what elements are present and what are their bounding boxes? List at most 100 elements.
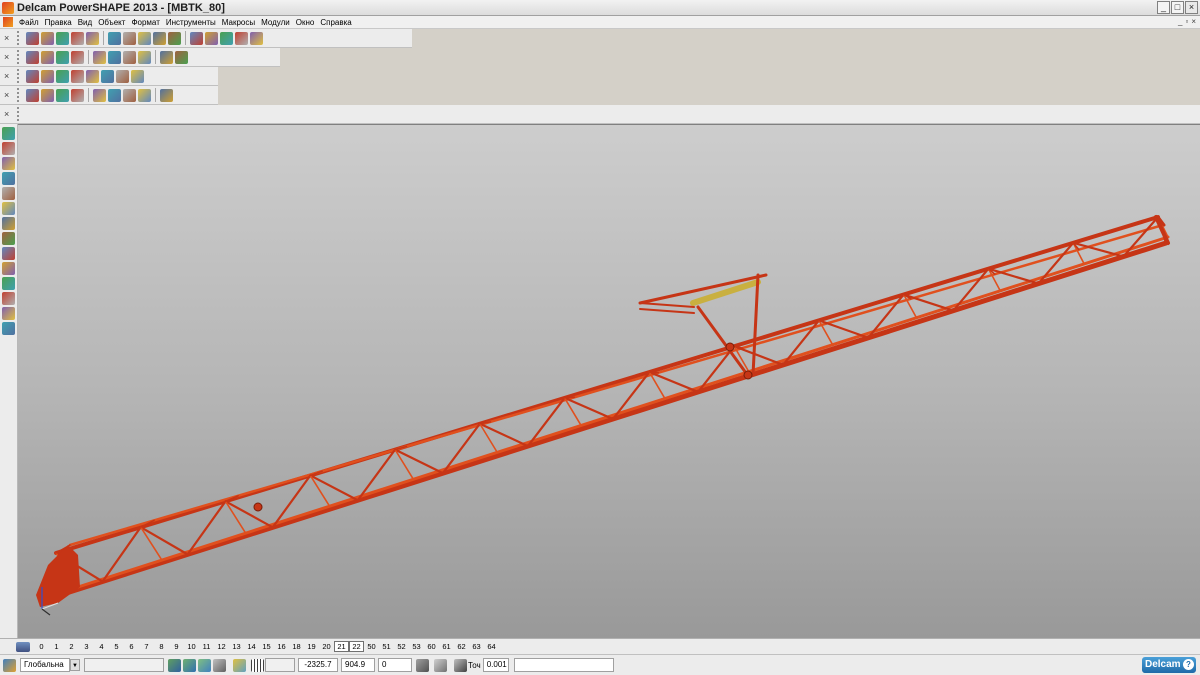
level-10[interactable]: 10	[184, 642, 199, 651]
menu-macros[interactable]: Макросы	[219, 18, 258, 27]
sphere-group-icon[interactable]	[2, 277, 15, 290]
toolbar-close-icon[interactable]: ×	[4, 109, 13, 119]
maximize-button[interactable]: □	[1171, 1, 1184, 14]
level-11[interactable]: 11	[199, 642, 214, 651]
box-icon[interactable]	[2, 292, 15, 305]
x-coordinate[interactable]: -2325.7	[298, 658, 338, 672]
mdi-close-button[interactable]: ×	[1191, 17, 1196, 26]
view-workplane-icon[interactable]	[183, 658, 196, 672]
y-coordinate[interactable]: 904.9	[341, 658, 375, 672]
command-field[interactable]	[513, 658, 614, 672]
solid-block-icon[interactable]	[2, 307, 15, 320]
view-front-icon[interactable]	[41, 50, 54, 64]
toolbar-grip[interactable]	[17, 69, 23, 83]
workplane-select[interactable]: Глобальна	[20, 658, 70, 672]
level-0[interactable]: 0	[34, 642, 49, 651]
menu-window[interactable]: Окно	[293, 18, 318, 27]
level-18[interactable]: 18	[289, 642, 304, 651]
print-icon[interactable]	[71, 31, 84, 45]
toolbar-grip[interactable]	[17, 107, 23, 121]
level-53[interactable]: 53	[409, 642, 424, 651]
level-19[interactable]: 19	[304, 642, 319, 651]
circle-icon[interactable]	[220, 31, 233, 45]
view-side-icon[interactable]	[56, 50, 69, 64]
toolbar-close-icon[interactable]: ×	[4, 52, 13, 62]
level-20[interactable]: 20	[319, 642, 334, 651]
star-icon[interactable]	[2, 247, 15, 260]
level-15[interactable]: 15	[259, 642, 274, 651]
level-1[interactable]: 1	[49, 642, 64, 651]
level-8[interactable]: 8	[154, 642, 169, 651]
move-icon[interactable]	[93, 88, 106, 102]
level-3[interactable]: 3	[79, 642, 94, 651]
redo-icon[interactable]	[168, 31, 181, 45]
level-6[interactable]: 6	[124, 642, 139, 651]
group-icon[interactable]	[138, 88, 151, 102]
level-13[interactable]: 13	[229, 642, 244, 651]
z-coordinate[interactable]: 0	[378, 658, 412, 672]
select-icon[interactable]	[190, 31, 203, 45]
close-button[interactable]: ×	[1185, 1, 1198, 14]
menu-modules[interactable]: Модули	[258, 18, 293, 27]
select-arrow-icon[interactable]	[2, 127, 15, 140]
level-62[interactable]: 62	[454, 642, 469, 651]
minimize-button[interactable]: _	[1157, 1, 1170, 14]
solid-icon[interactable]	[41, 69, 54, 83]
level-60[interactable]: 60	[424, 642, 439, 651]
cut-icon[interactable]	[86, 31, 99, 45]
level-51[interactable]: 51	[379, 642, 394, 651]
zoom-out-icon[interactable]	[108, 50, 121, 64]
copy-icon[interactable]	[108, 31, 121, 45]
delete-solid-icon[interactable]	[2, 322, 15, 335]
level-4[interactable]: 4	[94, 642, 109, 651]
level-7[interactable]: 7	[139, 642, 154, 651]
wireframe-icon[interactable]	[160, 50, 173, 64]
boolean-icon[interactable]	[131, 69, 144, 83]
sphere-icon[interactable]	[56, 69, 69, 83]
calculator-icon[interactable]	[416, 658, 429, 672]
level-12[interactable]: 12	[214, 642, 229, 651]
level-50[interactable]: 50	[364, 642, 379, 651]
view-snap-icon[interactable]	[213, 658, 226, 672]
toolbar-grip[interactable]	[17, 88, 23, 102]
level-64[interactable]: 64	[484, 642, 499, 651]
undo-icon[interactable]	[153, 31, 166, 45]
level-9[interactable]: 9	[169, 642, 184, 651]
toolbar-close-icon[interactable]: ×	[4, 33, 13, 43]
align-icon[interactable]	[123, 88, 136, 102]
mirror-icon[interactable]	[41, 88, 54, 102]
measure-icon[interactable]	[205, 31, 218, 45]
level-63[interactable]: 63	[469, 642, 484, 651]
menu-help[interactable]: Справка	[317, 18, 354, 27]
dim-icon[interactable]	[2, 202, 15, 215]
smartcursor-icon[interactable]	[233, 658, 246, 672]
block-icon[interactable]	[101, 69, 114, 83]
menu-edit[interactable]: Правка	[42, 18, 75, 27]
transform-icon[interactable]	[26, 88, 39, 102]
view-iso-icon[interactable]	[71, 50, 84, 64]
copy-object-icon[interactable]	[108, 88, 121, 102]
level-16[interactable]: 16	[274, 642, 289, 651]
menu-format[interactable]: Формат	[128, 18, 162, 27]
layer-select[interactable]	[84, 658, 164, 672]
open-icon[interactable]	[41, 31, 54, 45]
save-icon[interactable]	[56, 31, 69, 45]
grid-icon[interactable]	[251, 658, 264, 672]
warning-icon[interactable]	[2, 172, 15, 185]
cube-icon[interactable]	[2, 262, 15, 275]
level-61[interactable]: 61	[439, 642, 454, 651]
view-top-icon[interactable]	[26, 50, 39, 64]
workplane-dropdown-icon[interactable]: ▼	[70, 659, 80, 671]
relative-position-icon[interactable]	[434, 658, 447, 672]
dim2-icon[interactable]	[2, 217, 15, 230]
redo-arrow-icon[interactable]	[2, 187, 15, 200]
light-icon[interactable]	[175, 50, 188, 64]
levels-icon[interactable]	[16, 641, 30, 652]
feature-icon[interactable]	[116, 69, 129, 83]
delete-icon[interactable]	[138, 31, 151, 45]
view-grid-icon[interactable]	[198, 658, 211, 672]
menu-file[interactable]: Файл	[16, 18, 42, 27]
new-icon[interactable]	[26, 31, 39, 45]
view-principal-icon[interactable]	[168, 658, 181, 672]
toolbar-close-icon[interactable]: ×	[4, 71, 13, 81]
